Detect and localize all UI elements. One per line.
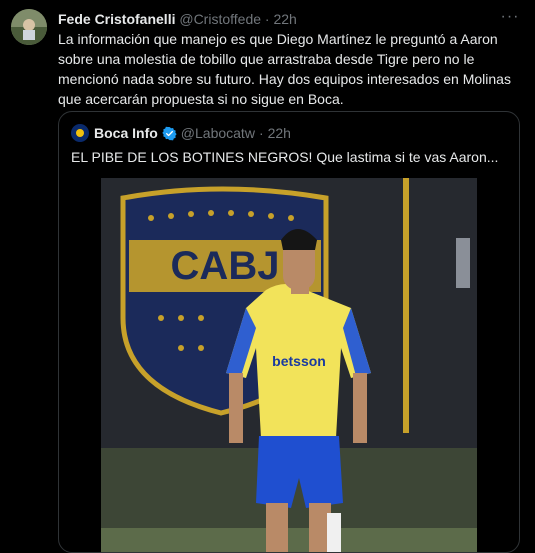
quote-author-handle: @Labocatw xyxy=(180,125,255,141)
tweet-text: La información que manejo es que Diego M… xyxy=(58,31,511,107)
quote-header: Boca Info @Labocatw · 22h xyxy=(71,124,291,142)
author-avatar[interactable] xyxy=(11,9,47,45)
quote-media-photo[interactable]: CABJ betsson xyxy=(101,178,477,552)
quote-time: 22h xyxy=(267,125,291,141)
crest-text: CABJ xyxy=(171,244,280,288)
author-handle[interactable]: @Cristoffede xyxy=(179,11,261,27)
player-photo: CABJ betsson xyxy=(101,178,477,552)
verified-badge-icon xyxy=(162,126,177,140)
quote-text: EL PIBE DE LOS BOTINES NEGROS! Que lasti… xyxy=(71,149,499,165)
quote-author-name: Boca Info xyxy=(94,125,158,141)
quote-separator-dot: · xyxy=(258,125,264,141)
avatar-image xyxy=(11,9,47,45)
author-name[interactable]: Fede Cristofanelli xyxy=(58,11,175,27)
quoted-tweet[interactable]: Boca Info @Labocatw · 22h EL PIBE DE LOS… xyxy=(58,111,520,553)
more-options-icon[interactable]: ··· xyxy=(499,8,521,26)
tweet-time[interactable]: 22h xyxy=(273,11,296,27)
shirt-sponsor-text: betsson xyxy=(272,353,326,369)
quote-author-avatar xyxy=(71,124,89,142)
tweet-header: Fede Cristofanelli @Cristoffede · 22h xyxy=(58,10,495,28)
separator-dot: · xyxy=(264,11,270,27)
